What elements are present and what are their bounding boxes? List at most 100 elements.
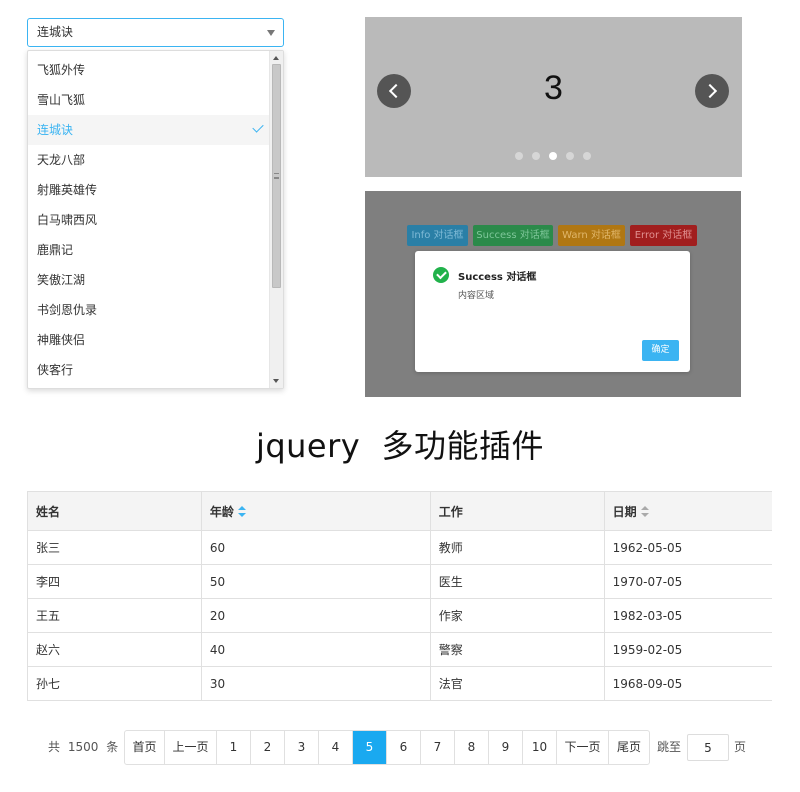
cell-date: 1982-03-05: [603, 598, 772, 633]
novel-select[interactable]: 连城诀: [27, 18, 284, 47]
table-row: 李四 50 医生 1970-07-05: [27, 564, 772, 599]
jump-unit: 页: [734, 740, 747, 754]
jump-page-input[interactable]: [687, 734, 729, 761]
select-option[interactable]: 连城诀: [28, 115, 270, 145]
modal-title: Success 对话框: [458, 272, 537, 283]
table-row: 王五 20 作家 1982-03-05: [27, 598, 772, 633]
select-option-label: 书剑恩仇录: [37, 303, 98, 317]
select-option[interactable]: 神雕侠侣: [28, 325, 270, 355]
select-option-label: 鹿鼎记: [37, 243, 74, 257]
cell-date: 1968-09-05: [603, 666, 772, 701]
success-check-icon: [433, 267, 449, 283]
table-row: 赵六 40 警察 1959-02-05: [27, 632, 772, 667]
sort-icon[interactable]: [237, 505, 246, 517]
grip-icon: [274, 173, 279, 179]
success-modal: Success 对话框 内容区域 确定: [415, 251, 690, 372]
cell-date: 1970-07-05: [603, 564, 772, 599]
select-option-label: 神雕侠侣: [37, 333, 86, 347]
select-option[interactable]: 天龙八部: [28, 145, 270, 175]
page-list: 首页 上一页 1 2 3 4 5 6 7 8 9 10 下一页 尾页: [124, 730, 650, 765]
page-button[interactable]: 1: [217, 731, 251, 764]
warn-dialog-button[interactable]: Warn 对话框: [558, 225, 625, 246]
cell-name: 赵六: [27, 632, 202, 667]
total-count: 1500: [67, 740, 99, 754]
total-suffix: 条: [106, 740, 119, 754]
carousel-dot[interactable]: [515, 152, 523, 160]
carousel: 3: [365, 17, 742, 177]
scroll-up-arrow-icon[interactable]: [273, 56, 279, 60]
error-dialog-button[interactable]: Error 对话框: [630, 225, 697, 246]
dialog-demo-panel: Info 对话框 Success 对话框 Warn 对话框 Error 对话框 …: [365, 191, 741, 397]
header-age-label: 年龄: [209, 504, 234, 519]
carousel-dot[interactable]: [566, 152, 574, 160]
total-prefix: 共: [48, 740, 61, 754]
scroll-thumb[interactable]: [272, 64, 281, 288]
select-options: 飞狐外传雪山飞狐连城诀 天龙八部 射雕英雄传白马啸西风鹿鼎记笑傲江湖书剑恩仇录神雕侠…: [28, 55, 283, 385]
page-button[interactable]: 9: [489, 731, 523, 764]
check-icon: [252, 121, 264, 133]
cell-job: 警察: [429, 632, 605, 667]
page-button[interactable]: 3: [285, 731, 319, 764]
page-button[interactable]: 4: [319, 731, 353, 764]
cell-date: 1962-05-05: [603, 530, 772, 565]
carousel-prev-button[interactable]: [377, 74, 411, 108]
page-button[interactable]: 10: [523, 731, 557, 764]
table-row: 张三 60 教师 1962-05-05: [27, 530, 772, 565]
select-option-label: 飞狐外传: [37, 63, 86, 77]
cell-age: 50: [200, 564, 431, 599]
cell-name: 张三: [27, 530, 202, 565]
select-option-label: 侠客行: [37, 363, 74, 377]
caret-down-icon: [267, 30, 275, 36]
select-option[interactable]: 射雕英雄传: [28, 175, 270, 205]
cell-name: 李四: [27, 564, 202, 599]
table-row: 孙七 30 法官 1968-09-05: [27, 666, 772, 701]
page-button[interactable]: 8: [455, 731, 489, 764]
first-page-button[interactable]: 首页: [125, 731, 165, 764]
cell-job: 医生: [429, 564, 605, 599]
pagination: 共 1500 条 首页上一页12345678910下一页尾页 跳至 页: [0, 730, 800, 765]
cell-age: 30: [200, 666, 431, 701]
select-option[interactable]: 书剑恩仇录: [28, 295, 270, 325]
select-option[interactable]: 侠客行: [28, 355, 270, 385]
select-option-label: 雪山飞狐: [37, 93, 86, 107]
carousel-dot[interactable]: [583, 152, 591, 160]
page-button[interactable]: 2: [251, 731, 285, 764]
select-option[interactable]: 雪山飞狐: [28, 85, 270, 115]
select-option[interactable]: 白马啸西风: [28, 205, 270, 235]
cell-job: 作家: [429, 598, 605, 633]
page-button[interactable]: 5: [353, 731, 387, 764]
select-dropdown-list: 飞狐外传雪山飞狐连城诀 天龙八部 射雕英雄传白马啸西风鹿鼎记笑傲江湖书剑恩仇录神雕侠…: [27, 50, 284, 389]
header-age[interactable]: 年龄: [200, 491, 431, 531]
last-page-button[interactable]: 尾页: [609, 731, 649, 764]
select-option-label: 白马啸西风: [37, 213, 98, 227]
header-name: 姓名: [27, 491, 202, 531]
table-body: 张三 60 教师 1962-05-05 李四 50 医生 1970-07-05 王五 20 作家 19…: [27, 530, 772, 701]
modal-confirm-button[interactable]: 确定: [642, 340, 679, 361]
pagination-total: 共 1500 条: [48, 730, 118, 765]
page-button[interactable]: 6: [387, 731, 421, 764]
cell-date: 1959-02-05: [603, 632, 772, 667]
carousel-next-button[interactable]: [695, 74, 729, 108]
prev-page-button[interactable]: 上一页: [165, 731, 217, 764]
select-value: 连城诀: [37, 25, 74, 39]
scroll-down-arrow-icon[interactable]: [273, 379, 279, 383]
success-dialog-button[interactable]: Success 对话框: [473, 225, 553, 246]
info-dialog-button[interactable]: Info 对话框: [407, 225, 468, 246]
select-option[interactable]: 飞狐外传: [28, 55, 270, 85]
header-date[interactable]: 日期: [603, 491, 772, 531]
carousel-indicators: [515, 152, 600, 160]
select-option[interactable]: 鹿鼎记: [28, 235, 270, 265]
next-page-button[interactable]: 下一页: [557, 731, 609, 764]
carousel-dot[interactable]: [549, 152, 557, 160]
cell-name: 孙七: [27, 666, 202, 701]
cell-age: 20: [200, 598, 431, 633]
page-button[interactable]: 7: [421, 731, 455, 764]
cell-name: 王五: [27, 598, 202, 633]
cell-age: 40: [200, 632, 431, 667]
carousel-dot[interactable]: [532, 152, 540, 160]
dropdown-scrollbar[interactable]: [269, 51, 283, 388]
modal-content: 内容区域: [458, 291, 495, 301]
table-header-row: 姓名 年龄 工作 日期: [27, 491, 772, 531]
select-option[interactable]: 笑傲江湖: [28, 265, 270, 295]
sort-icon[interactable]: [640, 505, 649, 517]
